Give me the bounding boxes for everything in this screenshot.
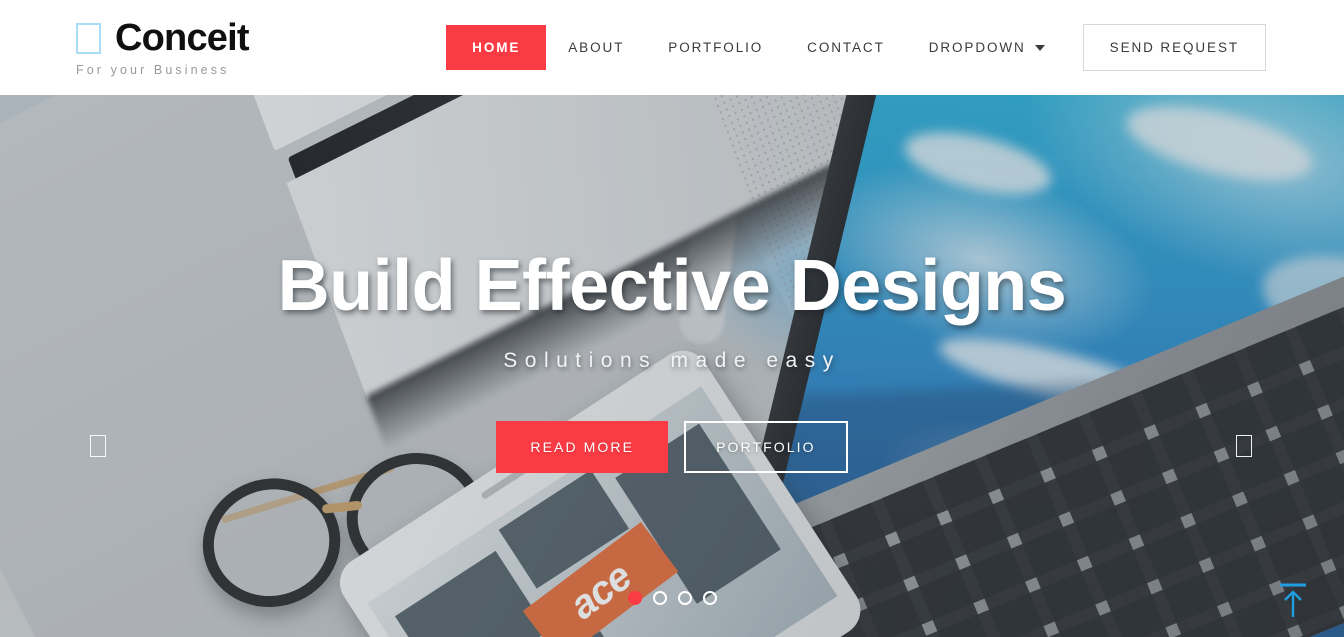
slider-dot-4[interactable]: [702, 591, 717, 605]
hero-content: Build Effective Designs Solutions made e…: [0, 95, 1344, 637]
nav-item-home-label: HOME: [472, 40, 521, 55]
chevron-down-icon: [1034, 44, 1045, 51]
hero-subtitle: Solutions made easy: [503, 349, 841, 372]
nav-item-contact-label: CONTACT: [807, 40, 885, 55]
nav-item-about-label: ABOUT: [568, 40, 625, 55]
brand-name: Conceit: [115, 17, 250, 59]
hero-buttons: READ MORE PORTFOLIO: [496, 421, 848, 473]
brand-logo[interactable]: Conceit For your Business: [76, 17, 250, 77]
site-header: Conceit For your Business HOME ABOUT POR…: [0, 0, 1344, 95]
portfolio-button[interactable]: PORTFOLIO: [684, 421, 848, 473]
slider-dot-1[interactable]: [627, 591, 642, 605]
square-placeholder-icon: [76, 22, 101, 54]
arrow-up-icon: [1280, 583, 1306, 617]
nav-item-dropdown[interactable]: DROPDOWN: [907, 26, 1067, 69]
nav-item-contact[interactable]: CONTACT: [785, 26, 907, 69]
scroll-to-top-button[interactable]: [1272, 577, 1314, 623]
nav-item-about[interactable]: ABOUT: [546, 26, 646, 69]
slider-dot-3[interactable]: [677, 591, 692, 605]
brand-tagline: For your Business: [76, 63, 230, 77]
main-navigation: HOME ABOUT PORTFOLIO CONTACT DROPDOWN SE…: [446, 0, 1266, 95]
slider-dots: [0, 591, 1344, 605]
read-more-button[interactable]: READ MORE: [496, 421, 669, 473]
hero-title: Build Effective Designs: [277, 246, 1067, 326]
chevron-left-placeholder-icon[interactable]: [90, 435, 106, 457]
brand-row: Conceit: [76, 17, 250, 59]
nav-item-portfolio-label: PORTFOLIO: [668, 40, 764, 55]
nav-item-home[interactable]: HOME: [446, 25, 547, 70]
hero-slider: ace Build Effective Designs Solutions ma…: [0, 95, 1344, 637]
slider-dot-2[interactable]: [652, 591, 667, 605]
nav-item-portfolio[interactable]: PORTFOLIO: [646, 26, 785, 69]
send-request-button[interactable]: SEND REQUEST: [1082, 24, 1266, 71]
nav-item-dropdown-label: DROPDOWN: [928, 40, 1026, 55]
chevron-right-placeholder-icon[interactable]: [1236, 435, 1252, 457]
